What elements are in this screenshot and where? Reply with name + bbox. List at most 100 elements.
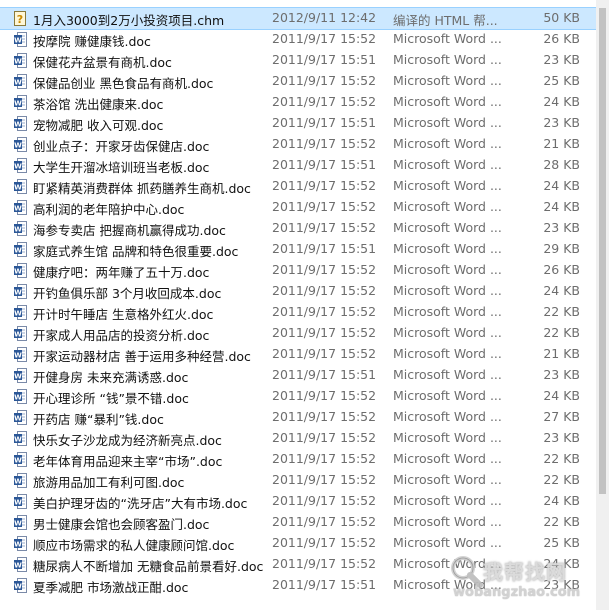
date-modified: 2011/9/17 15:52 (272, 493, 377, 508)
watermark-title: 我帮找网 (483, 560, 567, 584)
date-modified: 2011/9/17 15:51 (272, 52, 377, 67)
file-row[interactable]: W 健康疗吧：两年赚了五十万.doc 2011/9/17 15:52 Microsof… (0, 260, 596, 281)
file-type: Microsoft Word ... (393, 367, 502, 382)
file-type: Microsoft Word ... (393, 115, 502, 130)
file-row[interactable]: W 创业点子：开家牙齿保健店.doc 2011/9/17 15:52 Microsof… (0, 134, 596, 155)
file-size: 23 KB (543, 220, 580, 235)
watermark-logo: 我帮找网 wobangzhao.com (445, 550, 595, 608)
word-doc-icon: W (14, 326, 27, 341)
file-row[interactable]: W 开健身房 未来充满诱惑.doc 2011/9/17 15:51 Microsoft… (0, 365, 596, 386)
file-row[interactable]: ? 1月入3000到2万小投资项目.chm 2012/9/11 12:42 编译的 H… (0, 7, 597, 30)
file-type: Microsoft Word ... (393, 262, 502, 277)
file-row[interactable]: W 老年体育用品迎来主宰“市场”.doc 2011/9/17 15:52 Micros… (0, 449, 596, 470)
file-size: 29 KB (543, 241, 580, 256)
word-doc-icon: W (14, 347, 27, 362)
file-size: 21 KB (543, 136, 580, 151)
date-modified: 2011/9/17 15:52 (272, 556, 377, 571)
file-row[interactable]: W 开钓鱼俱乐部 3个月收回成本.doc 2011/9/17 15:52 Micros… (0, 281, 596, 302)
file-name: 开药店 赚“暴利”钱.doc (33, 412, 164, 427)
file-row[interactable]: W 开计时午睡店 生意格外红火.doc 2011/9/17 15:52 Microso… (0, 302, 596, 323)
file-name: 开家成人用品店的投资分析.doc (33, 328, 210, 343)
file-row[interactable]: W 旅游用品加工有利可图.doc 2011/9/17 15:52 Microsoft … (0, 470, 596, 491)
file-type: Microsoft Word ... (393, 346, 502, 361)
date-modified: 2011/9/17 15:52 (272, 73, 377, 88)
vertical-scrollbar[interactable] (596, 0, 609, 610)
date-modified: 2011/9/17 15:52 (272, 346, 377, 361)
date-modified: 2011/9/17 15:52 (272, 451, 377, 466)
file-row[interactable]: W 盯紧精英消费群体 抓药膳养生商机.doc 2011/9/17 15:52 Micr… (0, 176, 596, 197)
file-size: 50 KB (543, 10, 580, 25)
file-size: 23 KB (543, 52, 580, 67)
file-type: Microsoft Word ... (393, 241, 502, 256)
file-size: 22 KB (543, 304, 580, 319)
svg-text:W: W (14, 310, 22, 318)
date-modified: 2011/9/17 15:51 (272, 577, 377, 592)
svg-text:W: W (14, 583, 22, 591)
file-row[interactable]: W 海参专卖店 把握商机赢得成功.doc 2011/9/17 15:52 Micros… (0, 218, 596, 239)
file-row[interactable]: W 保健花卉盆景有商机.doc 2011/9/17 15:51 Microsoft W… (0, 50, 596, 71)
file-name: 盯紧精英消费群体 抓药膳养生商机.doc (33, 181, 251, 196)
svg-text:?: ? (17, 13, 23, 26)
date-modified: 2011/9/17 15:52 (272, 31, 377, 46)
file-size: 22 KB (543, 514, 580, 529)
file-row[interactable]: W 快乐女子沙龙成为经济新亮点.doc 2011/9/17 15:52 Microso… (0, 428, 596, 449)
date-modified: 2011/9/17 15:51 (272, 241, 377, 256)
file-row[interactable]: W 高利润的老年陪护中心.doc 2011/9/17 15:52 Microsoft … (0, 197, 596, 218)
file-type: Microsoft Word ... (393, 325, 502, 340)
svg-text:W: W (14, 268, 22, 276)
date-modified: 2011/9/17 15:52 (272, 325, 377, 340)
file-type: Microsoft Word ... (393, 136, 502, 151)
file-name: 高利润的老年陪护中心.doc (33, 202, 185, 217)
file-type: Microsoft Word ... (393, 514, 502, 529)
svg-text:W: W (14, 352, 22, 360)
date-modified: 2011/9/17 15:52 (272, 430, 377, 445)
file-name: 保健品创业 黑色食品有商机.doc (33, 76, 214, 91)
date-modified: 2011/9/17 15:52 (272, 535, 377, 550)
word-doc-icon: W (14, 200, 27, 215)
file-size: 24 KB (543, 283, 580, 298)
file-row[interactable]: W 大学生开溜冰培训班当老板.doc 2011/9/17 15:51 Microsof… (0, 155, 596, 176)
file-row[interactable]: W 保健品创业 黑色食品有商机.doc 2011/9/17 15:52 Microso… (0, 71, 596, 92)
file-type: Microsoft Word ... (393, 220, 502, 235)
svg-text:W: W (14, 520, 22, 528)
scrollbar-thumb[interactable] (599, 8, 606, 494)
svg-text:W: W (14, 205, 22, 213)
file-size: 22 KB (543, 325, 580, 340)
file-explorer-window: ? 1月入3000到2万小投资项目.chm 2012/9/11 12:42 编译的 H… (0, 0, 609, 610)
file-type: Microsoft Word ... (393, 52, 502, 67)
svg-text:W: W (14, 436, 22, 444)
file-type: Microsoft Word ... (393, 409, 502, 424)
word-doc-icon: W (14, 368, 27, 383)
file-type: Microsoft Word ... (393, 94, 502, 109)
file-size: 26 KB (543, 262, 580, 277)
word-doc-icon: W (14, 95, 27, 110)
file-row[interactable]: W 美白护理牙齿的“洗牙店”大有市场.doc 2011/9/17 15:52 Micr… (0, 491, 596, 512)
file-size: 23 KB (543, 430, 580, 445)
word-doc-icon: W (14, 473, 27, 488)
file-row[interactable]: W 按摩院 赚健康钱.doc 2011/9/17 15:52 Microsoft Wo… (0, 29, 596, 50)
file-row[interactable]: W 茶浴馆 洗出健康来.doc 2011/9/17 15:52 Microsoft W… (0, 92, 596, 113)
file-row[interactable]: W 开家运动器材店 善于运用多种经营.doc 2011/9/17 15:52 Micr… (0, 344, 596, 365)
file-row[interactable]: W 男士健康会馆也会顾客盈门.doc 2011/9/17 15:52 Microsof… (0, 512, 596, 533)
word-doc-icon: W (14, 263, 27, 278)
date-modified: 2011/9/17 15:52 (272, 199, 377, 214)
word-doc-icon: W (14, 74, 27, 89)
file-name: 糖尿病人不断增加 无糖食品前景看好.doc (33, 559, 264, 574)
file-name: 开健身房 未来充满诱惑.doc (33, 370, 189, 385)
date-modified: 2011/9/17 15:51 (272, 157, 377, 172)
file-row[interactable]: W 宠物减肥 收入可观.doc 2011/9/17 15:51 Microsoft W… (0, 113, 596, 134)
magnifier-logo-icon (451, 556, 483, 588)
file-name: 老年体育用品迎来主宰“市场”.doc (33, 454, 223, 469)
file-row[interactable]: W 家庭式养生馆 品牌和特色很重要.doc 2011/9/17 15:51 Micro… (0, 239, 596, 260)
svg-text:W: W (14, 121, 22, 129)
file-size: 23 KB (543, 115, 580, 130)
svg-text:W: W (14, 58, 22, 66)
file-row[interactable]: W 开家成人用品店的投资分析.doc 2011/9/17 15:52 Microsof… (0, 323, 596, 344)
file-size: 24 KB (543, 94, 580, 109)
svg-text:W: W (14, 541, 22, 549)
file-row[interactable]: W 开心理诊所 “钱”景不错.doc 2011/9/17 15:52 Microsof… (0, 386, 596, 407)
svg-text:W: W (14, 415, 22, 423)
svg-text:W: W (14, 226, 22, 234)
file-row[interactable]: W 开药店 赚“暴利”钱.doc 2011/9/17 15:52 Microsoft … (0, 407, 596, 428)
chm-help-icon: ? (14, 11, 27, 26)
